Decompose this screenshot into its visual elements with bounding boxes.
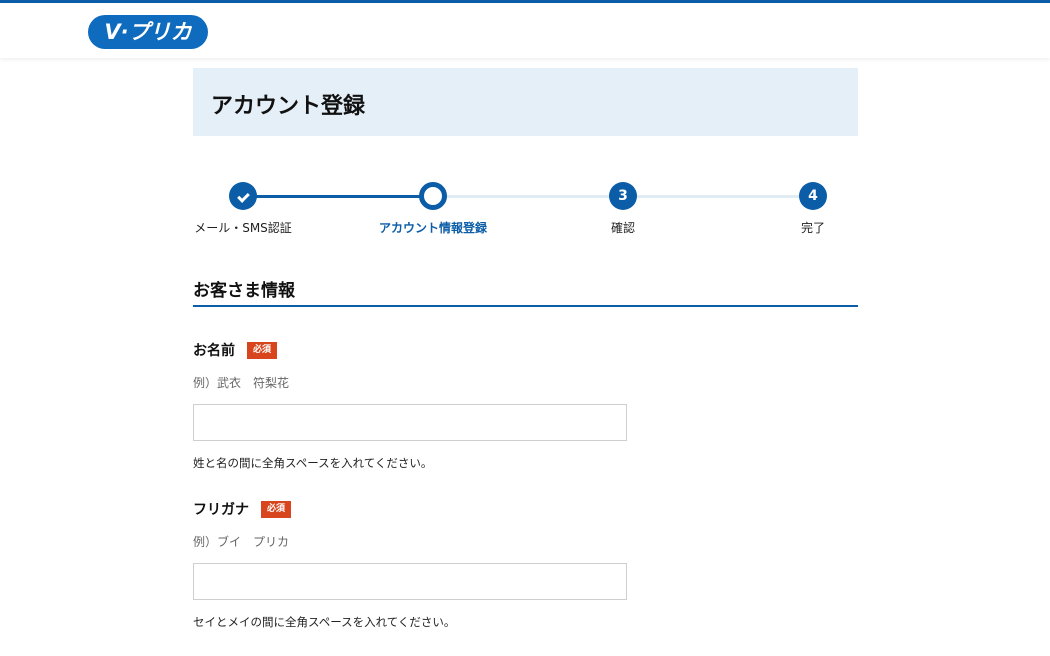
- step-current-dot: [419, 182, 447, 210]
- required-badge: 必須: [247, 341, 278, 359]
- kana-field-group: フリガナ 必須 例）ブイ プリカ セイとメイの間に全角スペースを入れてください。: [193, 499, 858, 630]
- page-header: アカウント登録: [193, 68, 858, 136]
- name-field-group: お名前 必須 例）武衣 符梨花 姓と名の間に全角スペースを入れてください。: [193, 340, 858, 471]
- required-badge: 必須: [261, 500, 292, 518]
- step-complete: 4 完了: [748, 180, 878, 236]
- field-label-row: フリガナ 必須: [193, 499, 858, 519]
- step-confirm: 3 確認: [558, 180, 688, 236]
- section-divider: [193, 305, 858, 307]
- name-hint: 姓と名の間に全角スペースを入れてください。: [193, 456, 433, 470]
- progress-steps: メール・SMS認証 アカウント情報登録 3 確認 4 完了: [193, 180, 858, 240]
- step-number-dot: 4: [799, 182, 827, 210]
- top-bar: V·プリカ: [0, 0, 1050, 58]
- kana-input[interactable]: [193, 563, 627, 600]
- step-label: 確認: [610, 221, 635, 235]
- step-label: メール・SMS認証: [194, 221, 292, 235]
- step-account-info: アカウント情報登録: [368, 180, 498, 236]
- kana-example: 例）ブイ プリカ: [193, 535, 290, 549]
- step-label: アカウント情報登録: [378, 221, 487, 235]
- page-title: アカウント登録: [211, 94, 366, 119]
- step-label: 完了: [800, 221, 825, 235]
- check-icon: [236, 190, 250, 203]
- field-label-row: お名前 必須: [193, 340, 858, 360]
- kana-label: フリガナ: [193, 502, 249, 518]
- name-label: お名前: [193, 343, 235, 359]
- section-title: お客さま情報: [193, 281, 295, 301]
- vpreca-logo[interactable]: V·プリカ: [88, 15, 208, 49]
- step-number-dot: 3: [609, 182, 637, 210]
- name-input[interactable]: [193, 404, 627, 441]
- step-email-sms: メール・SMS認証: [178, 180, 308, 236]
- step-done-dot: [229, 182, 257, 210]
- kana-hint: セイとメイの間に全角スペースを入れてください。: [193, 615, 456, 629]
- name-example: 例）武衣 符梨花: [193, 376, 290, 390]
